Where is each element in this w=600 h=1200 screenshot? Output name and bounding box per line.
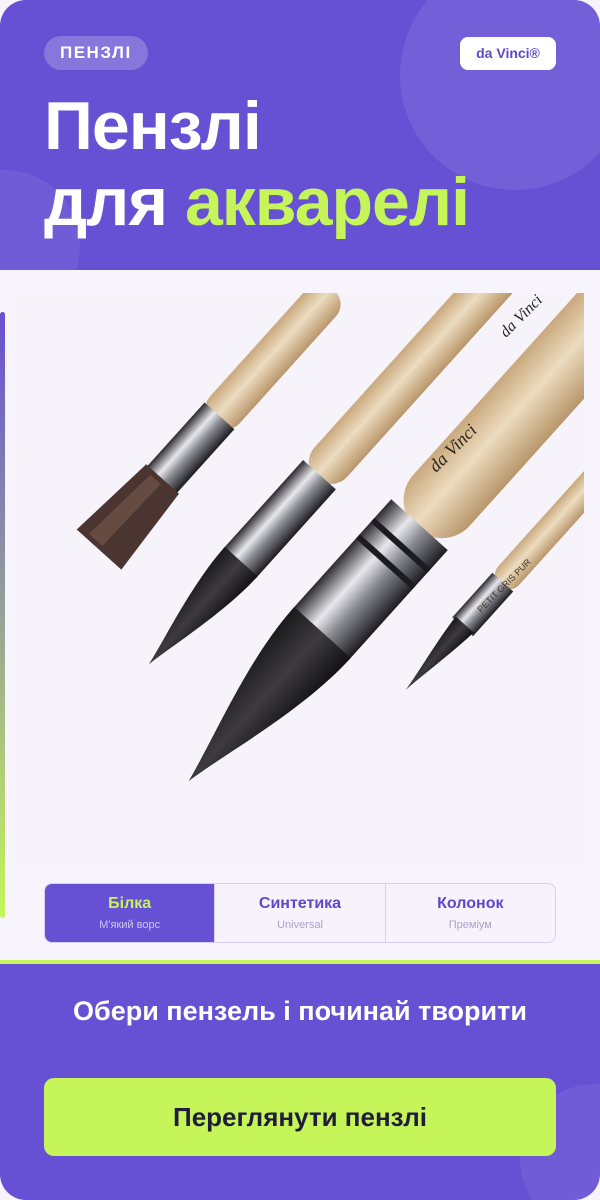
- title-line-2-prefix: для: [44, 164, 185, 240]
- title-line-1: Пензлі: [44, 88, 262, 164]
- page-title: Пензлі для акварелі: [44, 88, 470, 240]
- tab-synthetic[interactable]: Синтетика Universal: [214, 884, 384, 942]
- view-brushes-button[interactable]: Переглянути пензлі: [44, 1078, 556, 1156]
- category-tag: ПЕНЗЛІ: [44, 36, 148, 70]
- tab-label: Синтетика: [258, 895, 342, 912]
- tab-sublabel: М'який ворс: [99, 919, 161, 931]
- product-photo: da Vinci da Vinci PETIT GRIS PUR: [16, 206, 600, 867]
- cta-tagline: Обери пензель і починай творити: [73, 996, 527, 1026]
- brand-badge: da Vinci®: [460, 37, 556, 70]
- tab-label: Колонок: [437, 895, 504, 912]
- cta-footer: Обери пензель і починай творити Переглян…: [0, 960, 600, 1200]
- hero-header: ПЕНЗЛІ da Vinci® Пензлі для акварелі: [0, 0, 600, 270]
- flat-brush: [76, 283, 341, 570]
- promo-card: ПЕНЗЛІ da Vinci® Пензлі для акварелі da …: [0, 0, 600, 1200]
- tab-kolinsky[interactable]: Колонок Преміум: [384, 884, 555, 942]
- title-line-2-accent: акварелі: [184, 164, 470, 240]
- tab-sublabel: Universal: [277, 919, 323, 931]
- tab-squirrel[interactable]: Білка М'який ворс: [45, 884, 215, 942]
- tab-label: Білка: [108, 895, 152, 912]
- brush-type-tabs: Білка М'який ворс Синтетика Universal Ко…: [44, 883, 556, 943]
- brushes-illustration: da Vinci da Vinci PETIT GRIS PUR: [76, 206, 600, 782]
- scroll-progress-bar: [0, 312, 5, 918]
- tab-sublabel: Преміум: [448, 919, 492, 931]
